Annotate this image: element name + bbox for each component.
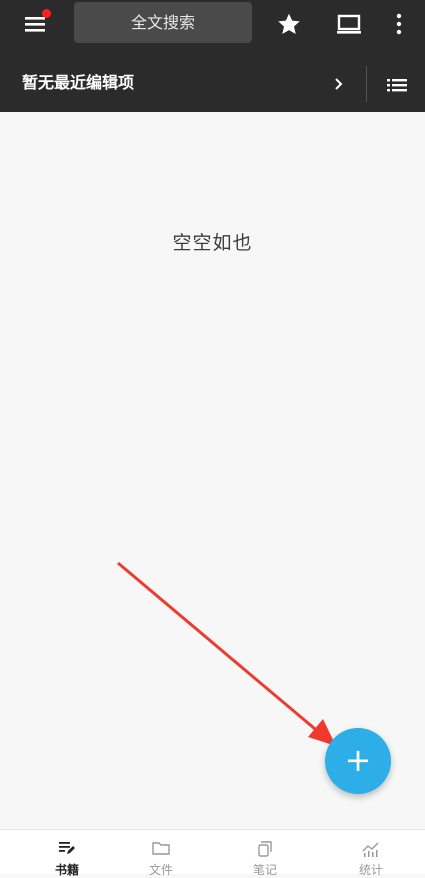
nav-label-notes: 笔记: [252, 863, 277, 877]
bottom-navigation: 书籍 文件 笔记 统计: [0, 829, 425, 877]
nav-label-stats: 统计: [358, 863, 383, 877]
nav-label-books: 书籍: [54, 863, 79, 877]
nav-label-files: 文件: [148, 863, 173, 877]
book-edit-icon: [59, 842, 75, 854]
stats-icon: [362, 842, 379, 857]
nav-item-books[interactable]: 书籍: [27, 830, 107, 877]
nav-item-stats[interactable]: 统计: [331, 830, 411, 877]
nav-item-notes[interactable]: 笔记: [225, 830, 305, 877]
add-book-fab[interactable]: +: [325, 728, 391, 794]
nav-item-files[interactable]: 文件: [121, 830, 201, 877]
folder-icon: [152, 842, 170, 855]
notes-icon: [258, 841, 272, 857]
